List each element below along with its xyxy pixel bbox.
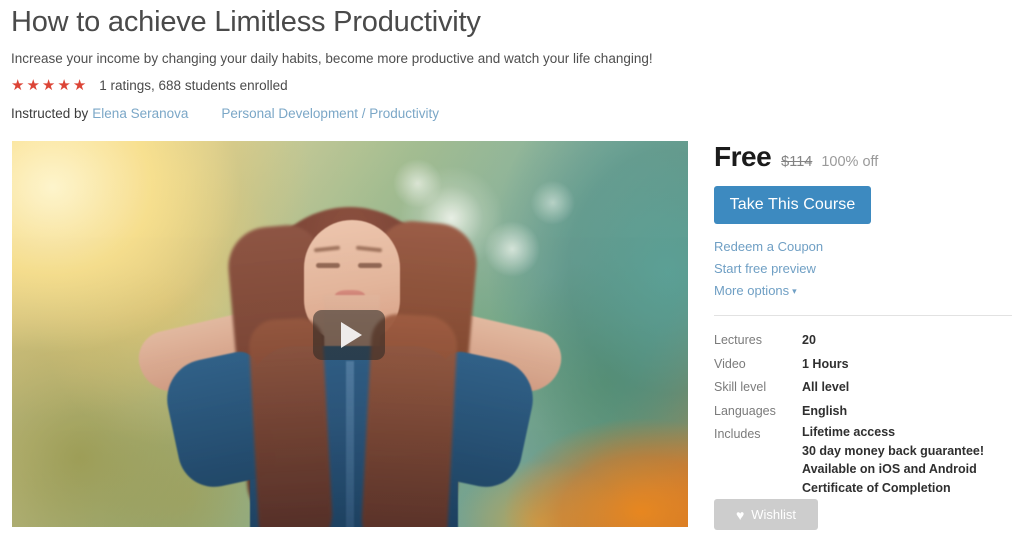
rating-row: ★ ★ ★ ★ ★ 1 ratings, 688 students enroll…: [11, 77, 711, 93]
more-options-label: More options: [714, 283, 790, 298]
sidebar-divider: [714, 315, 1012, 316]
star-icon: ★: [72, 76, 87, 94]
redeem-coupon-link[interactable]: Redeem a Coupon: [714, 236, 823, 258]
detail-label-includes: Includes: [714, 427, 761, 441]
rating-count-text: 1 ratings, 688 students enrolled: [99, 77, 288, 93]
wishlist-button[interactable]: ♥ Wishlist: [714, 499, 818, 530]
detail-value-includes: Lifetime access 30 day money back guaran…: [802, 423, 984, 497]
star-icon: ★: [26, 76, 40, 94]
chevron-down-icon: ▾: [792, 286, 797, 296]
detail-value-video: 1 Hours: [802, 356, 849, 371]
detail-row: Languages English: [714, 400, 1014, 424]
detail-label-video: Video: [714, 356, 746, 371]
play-button[interactable]: [313, 310, 385, 360]
detail-row: Skill level All level: [714, 376, 1014, 400]
includes-item: Available on iOS and Android: [802, 462, 977, 476]
course-header: How to achieve Limitless Productivity In…: [11, 0, 711, 124]
instructor-row: Instructed by Elena Seranova Personal De…: [11, 106, 711, 124]
price-row: Free $114 100% off: [714, 141, 1014, 173]
includes-item: Certificate of Completion: [802, 480, 951, 495]
detail-label-skill-level: Skill level: [714, 380, 767, 394]
original-price: $114: [781, 154, 813, 170]
eye-right: [358, 262, 382, 268]
course-details-table: Lectures 20 Video 1 Hours Skill level Al…: [714, 329, 1014, 497]
eye-left: [316, 262, 340, 268]
star-rating: ★ ★ ★ ★ ★: [11, 78, 86, 93]
shirt-placket: [346, 361, 354, 527]
heart-icon: ♥: [735, 506, 745, 523]
course-subtitle: Increase your income by changing your da…: [11, 51, 653, 66]
detail-row-includes: Includes Lifetime access 30 day money ba…: [714, 423, 1014, 497]
discount-badge: 100% off: [821, 154, 879, 170]
star-icon: ★: [11, 76, 25, 94]
star-icon: ★: [57, 76, 71, 94]
more-options-link[interactable]: More options ▾: [714, 280, 797, 302]
detail-value-languages: English: [802, 403, 848, 418]
detail-row: Lectures 20: [714, 329, 1014, 353]
redeem-coupon-label: Redeem a Coupon: [714, 239, 824, 254]
detail-value-lectures: 20: [802, 333, 816, 347]
page-title: How to achieve Limitless Productivity: [11, 6, 481, 38]
star-icon: ★: [41, 76, 56, 94]
take-this-course-button[interactable]: Take This Course: [714, 186, 871, 224]
purchase-sidebar: Free $114 100% off Take This Course Rede…: [714, 141, 1014, 497]
includes-item: Lifetime access: [802, 425, 896, 439]
instructor-link[interactable]: Elena Seranova: [92, 106, 188, 121]
instructed-by-label: Instructed by: [11, 106, 89, 121]
wishlist-label: Wishlist: [751, 507, 797, 522]
detail-value-skill-level: All level: [802, 380, 850, 394]
detail-label-lectures: Lectures: [714, 333, 762, 347]
category-link[interactable]: Personal Development: [221, 106, 358, 121]
breadcrumb-separator: /: [361, 106, 366, 121]
start-free-preview-label: Start free preview: [714, 261, 816, 276]
sidebar-links: Redeem a Coupon Start free preview More …: [714, 236, 1014, 302]
detail-label-languages: Languages: [714, 403, 776, 418]
includes-item: 30 day money back guarantee!: [802, 443, 985, 458]
start-free-preview-link[interactable]: Start free preview: [714, 258, 816, 280]
detail-row: Video 1 Hours: [714, 353, 1014, 377]
current-price: Free: [714, 141, 772, 172]
subcategory-link[interactable]: Productivity: [369, 106, 439, 121]
breadcrumb: Personal Development / Productivity: [221, 106, 439, 121]
play-icon: [341, 322, 362, 348]
